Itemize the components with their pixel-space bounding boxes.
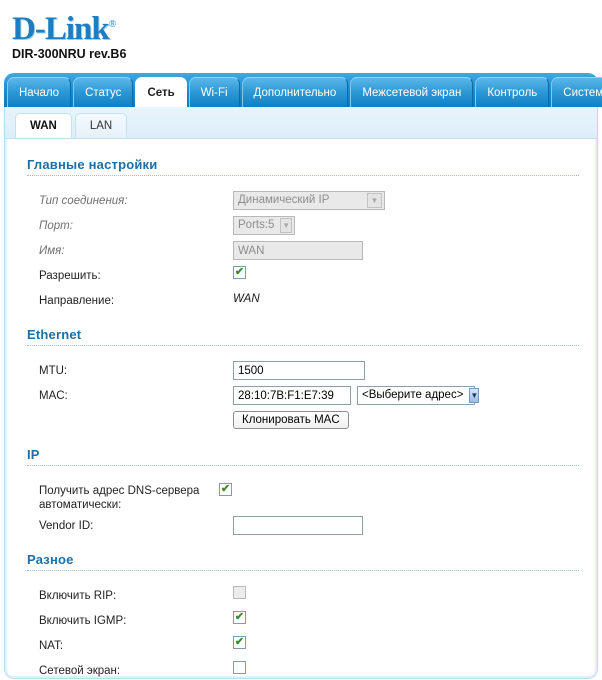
dns-auto-checkbox[interactable]: ✔ (219, 483, 232, 496)
nav-tab-status[interactable]: Статус (73, 77, 134, 107)
router-admin-page: D-Link® DIR-300NRU rev.B6 Начало Статус … (0, 0, 602, 680)
nav-tab-mezhsetevoy-ekran[interactable]: Межсетевой экран (350, 77, 474, 107)
control-igmp: ✔ (233, 611, 579, 624)
rip-checkbox[interactable] (233, 586, 246, 599)
control-rip (233, 586, 579, 599)
main-navigation: Начало Статус Сеть Wi-Fi Дополнительно М… (4, 73, 602, 107)
nav-tab-nachalo[interactable]: Начало (7, 77, 72, 107)
label-connection-type: Тип соединения: (39, 195, 128, 207)
section-divider-main (27, 175, 579, 176)
name-input[interactable] (233, 241, 363, 260)
section-divider-ip (27, 465, 579, 466)
section-divider-ethernet (27, 345, 579, 346)
row-connection-type: Тип соединения: Динамический IP ▼ (23, 191, 579, 212)
igmp-checkbox[interactable]: ✔ (233, 611, 246, 624)
control-dns-auto: ✔ (219, 481, 579, 496)
settings-form: Главные настройки Тип соединения: Динами… (5, 139, 597, 680)
row-vendor-id: Vendor ID: (23, 516, 579, 537)
firewall-checkbox[interactable] (233, 661, 246, 674)
sub-tab-wan[interactable]: WAN (15, 113, 72, 138)
row-clone-mac: Клонировать MAC (23, 411, 579, 432)
control-enable: ✔ (233, 266, 579, 279)
label-port: Порт: (39, 220, 73, 232)
label-name: Имя: (39, 245, 65, 257)
clone-mac-button[interactable]: Клонировать MAC (233, 411, 349, 429)
row-firewall: Сетевой экран: (23, 661, 579, 680)
control-clone-mac: Клонировать MAC (233, 411, 579, 429)
direction-value: WAN (233, 293, 260, 305)
chevron-down-icon: ▼ (280, 218, 292, 233)
section-title-ip: IP (27, 447, 40, 462)
label-mac: MAC: (39, 390, 68, 402)
nav-tab-kontrol[interactable]: Контроль (475, 77, 550, 107)
registered-trademark-icon: ® (108, 19, 117, 30)
mtu-input[interactable] (233, 361, 365, 380)
row-igmp: Включить IGMP: ✔ (23, 611, 579, 632)
label-direction: Направление: (39, 295, 115, 307)
dlink-logo: D-Link® (12, 8, 117, 47)
chevron-down-icon: ▼ (367, 193, 382, 208)
port-select[interactable]: Ports:5 ▼ (233, 216, 295, 235)
section-divider-misc (27, 570, 579, 571)
row-enable: Разрешить: ✔ (23, 266, 579, 287)
section-title-main: Главные настройки (27, 157, 158, 172)
port-value: Ports:5 (238, 219, 275, 231)
control-name (233, 241, 579, 260)
section-title-misc: Разное (27, 552, 74, 567)
enable-checkbox[interactable]: ✔ (233, 266, 246, 279)
control-mtu (233, 361, 579, 380)
label-dns-auto: Получить адрес DNS-сервера автоматически… (39, 485, 200, 511)
mac-address-select[interactable]: <Выберите адрес> ▼ (357, 386, 480, 405)
content-panel: WAN LAN Главные настройки Тип соединения… (4, 107, 598, 679)
connection-type-select[interactable]: Динамический IP ▼ (233, 191, 385, 210)
row-dns-auto: Получить адрес DNS-сервера автоматически… (23, 481, 579, 512)
device-model: DIR-300NRU rev.B6 (12, 47, 127, 61)
row-rip: Включить RIP: (23, 586, 579, 607)
control-connection-type: Динамический IP ▼ (233, 191, 579, 210)
control-nat: ✔ (233, 636, 579, 649)
control-mac: <Выберите адрес> ▼ (233, 386, 579, 405)
row-name: Имя: (23, 241, 579, 262)
control-vendor-id (233, 516, 579, 535)
chevron-down-icon: ▼ (469, 388, 480, 403)
label-mtu: MTU: (39, 365, 68, 377)
logo-text: D-Link (12, 11, 110, 47)
row-nat: NAT: ✔ (23, 636, 579, 657)
sub-navigation: WAN LAN (5, 107, 597, 139)
nav-tab-wifi[interactable]: Wi-Fi (188, 77, 240, 107)
vendor-id-input[interactable] (233, 516, 363, 535)
label-vendor-id: Vendor ID: (39, 520, 94, 532)
row-direction: Направление: WAN (23, 291, 579, 312)
sub-tab-lan[interactable]: LAN (74, 113, 128, 138)
control-direction: WAN (233, 291, 579, 305)
nav-tab-dopolnitelno[interactable]: Дополнительно (241, 77, 349, 107)
page-header: D-Link® DIR-300NRU rev.B6 (0, 0, 602, 65)
label-firewall: Сетевой экран: (39, 665, 121, 677)
control-port: Ports:5 ▼ (233, 216, 579, 235)
connection-type-value: Динамический IP (238, 194, 330, 206)
nav-tab-sistema[interactable]: Система (551, 77, 602, 107)
row-port: Порт: Ports:5 ▼ (23, 216, 579, 237)
label-nat: NAT: (39, 640, 64, 652)
mac-input[interactable] (233, 386, 351, 405)
mac-address-select-value: <Выберите адрес> (362, 389, 464, 401)
label-rip: Включить RIP: (39, 590, 117, 602)
section-title-ethernet: Ethernet (27, 327, 82, 342)
nav-tab-set[interactable]: Сеть (135, 77, 187, 107)
nat-checkbox[interactable]: ✔ (233, 636, 246, 649)
label-igmp: Включить IGMP: (39, 615, 127, 627)
row-mac: MAC: <Выберите адрес> ▼ (23, 386, 579, 407)
label-enable: Разрешить: (39, 270, 101, 282)
control-firewall (233, 661, 579, 674)
row-mtu: MTU: (23, 361, 579, 382)
label-clone-mac-spacer (23, 411, 233, 414)
